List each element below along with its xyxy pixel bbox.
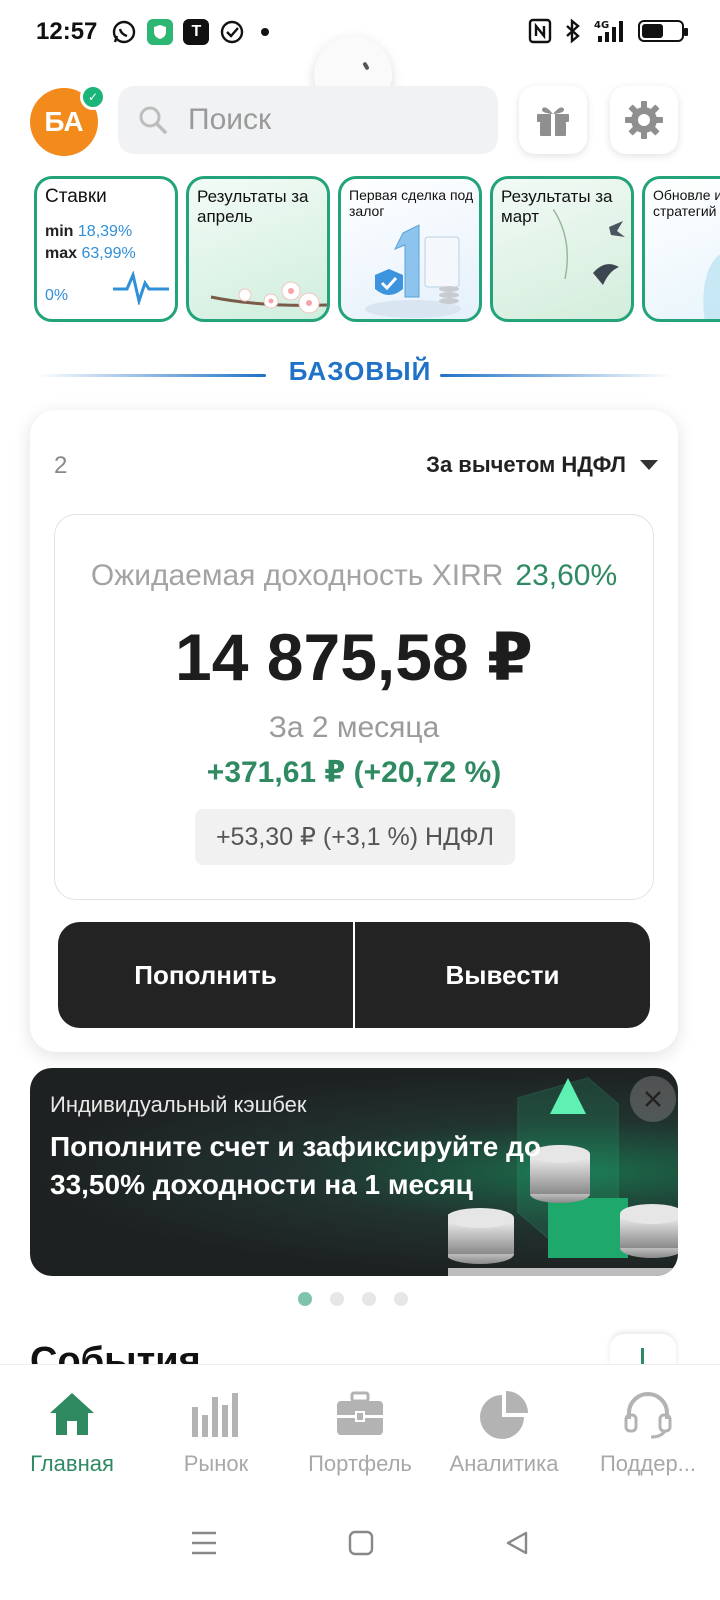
nav-label: Поддер...: [599, 1451, 697, 1476]
withdraw-button[interactable]: Вывести: [355, 922, 650, 1028]
promo-text: Пополните счет и зафиксируйте до 33,50% …: [50, 1131, 542, 1200]
nav-label: Рынок: [183, 1451, 249, 1476]
more-notifications-dot: [261, 28, 270, 36]
section-title: БАЗОВЫЙ: [288, 356, 432, 386]
search-input[interactable]: Поиск: [118, 86, 498, 154]
briefcase-icon: [337, 1391, 383, 1435]
events-action-button[interactable]: [610, 1334, 676, 1366]
status-time: 12:57: [36, 18, 98, 45]
back-triangle-icon[interactable]: [504, 1530, 530, 1556]
notification-icons: T: [111, 19, 270, 45]
search-icon: [139, 106, 167, 134]
period-label: За 2 месяца: [268, 711, 440, 744]
menu-icon[interactable]: [190, 1530, 218, 1556]
rate-max: max 63,99%: [45, 245, 136, 262]
story-rates[interactable]: Ставки min 18,39% max 63,99% 0%: [34, 176, 178, 322]
carousel-dot[interactable]: [330, 1292, 344, 1306]
nav-item-analytics[interactable]: Аналитика: [432, 1365, 576, 1486]
home-square-icon[interactable]: [348, 1530, 374, 1556]
tbank-icon: T: [183, 19, 210, 45]
story-april-results[interactable]: Результаты за апрель: [186, 176, 330, 322]
tax-mode-dropdown[interactable]: За вычетом НДФЛ: [426, 452, 658, 478]
deposit-button[interactable]: Пополнить: [58, 922, 353, 1028]
signal-4g-icon: 4G: [594, 20, 623, 42]
pie-chart-icon: [480, 1391, 528, 1439]
glass-figure-illustration: [703, 254, 720, 319]
system-status-icons: 4G: [528, 18, 688, 44]
account-number: 2: [54, 452, 68, 479]
story-strategy-updates[interactable]: Обновле инвести стратегий: [642, 176, 720, 322]
nfc-icon: [528, 18, 552, 44]
xirr-label: Ожидаемая доходность XIRR: [90, 559, 504, 592]
headset-icon: [624, 1392, 672, 1439]
bluetooth-icon: [566, 18, 580, 44]
swallows-illustration: [553, 209, 625, 285]
story-title: Результаты за апрель: [197, 187, 309, 226]
battery-icon: [638, 20, 688, 42]
pulse-line-icon: [113, 271, 169, 305]
portfolio-amount: 14 875,58 ₽: [175, 620, 533, 694]
profit-value: +371,61 ₽ (+20,72 %): [206, 756, 502, 789]
account-actions: Пополнить Вывести: [58, 922, 650, 1028]
xirr-row: Ожидаемая доходность XIRR 23,60%: [55, 559, 653, 593]
tax-chip: +53,30 ₽ (+3,1 %) НДФЛ: [195, 809, 515, 865]
home-icon: [50, 1393, 94, 1435]
stories-carousel[interactable]: Ставки min 18,39% max 63,99% 0% Результа…: [34, 176, 720, 324]
story-march-results[interactable]: Результаты за март: [490, 176, 634, 322]
gift-button[interactable]: [519, 86, 587, 154]
story-title: Ставки: [45, 186, 107, 207]
promo-label: Индивидуальный кэшбек: [50, 1092, 307, 1117]
chevron-down-icon: [640, 460, 658, 470]
carousel-dot[interactable]: [362, 1292, 376, 1306]
gift-icon: [537, 107, 569, 136]
rate-zero: 0%: [45, 287, 69, 304]
nav-label: Аналитика: [449, 1451, 559, 1476]
nav-item-market[interactable]: Рынок: [144, 1365, 288, 1486]
carousel-dot[interactable]: [298, 1292, 312, 1306]
bottom-nav: Главная Рынок Портфель Аналитика Поддер.…: [0, 1364, 720, 1486]
carousel-dot[interactable]: [394, 1292, 408, 1306]
verified-check-icon: ✓: [80, 84, 106, 110]
nav-item-home[interactable]: Главная: [0, 1365, 144, 1486]
xirr-value: 23,60%: [515, 559, 618, 592]
number-one-illustration: [365, 224, 461, 318]
carousel-dots: [298, 1292, 408, 1306]
whatsapp-icon: [113, 20, 136, 44]
nav-item-support[interactable]: Поддер...: [576, 1365, 720, 1486]
yield-summary: Ожидаемая доходность XIRR 23,60% 14 875,5…: [54, 514, 654, 900]
tax-mode-label: За вычетом НДФЛ: [426, 452, 626, 477]
story-first-pledge-deal[interactable]: Первая сделка под залог: [338, 176, 482, 322]
rate-min: min 18,39%: [45, 223, 133, 240]
vpn-shield-icon: [147, 19, 174, 45]
story-title: Обновле инвести стратегий: [653, 187, 720, 219]
close-button[interactable]: [630, 1076, 676, 1122]
check-circle-icon: [221, 20, 244, 44]
cashback-promo-banner[interactable]: Индивидуальный кэшбек Пополните счет и з…: [30, 1068, 678, 1276]
blossom-illustration: [210, 281, 327, 314]
events-title: События: [30, 1340, 201, 1366]
market-bars-icon: [192, 1393, 238, 1437]
gear-icon: [625, 101, 663, 139]
account-card[interactable]: 2 За вычетом НДФЛ Ожидаемая доходность X…: [30, 410, 678, 1052]
svg-text:4G: 4G: [594, 20, 609, 31]
search-placeholder: Поиск: [188, 103, 272, 136]
nav-label: Портфель: [308, 1451, 412, 1476]
close-icon: [645, 1091, 661, 1107]
story-title: Первая сделка под залог: [349, 187, 474, 219]
nav-item-portfolio[interactable]: Портфель: [288, 1365, 432, 1486]
system-nav-bar: [0, 1486, 720, 1600]
settings-button[interactable]: [610, 86, 678, 154]
nav-label: Главная: [30, 1451, 114, 1476]
